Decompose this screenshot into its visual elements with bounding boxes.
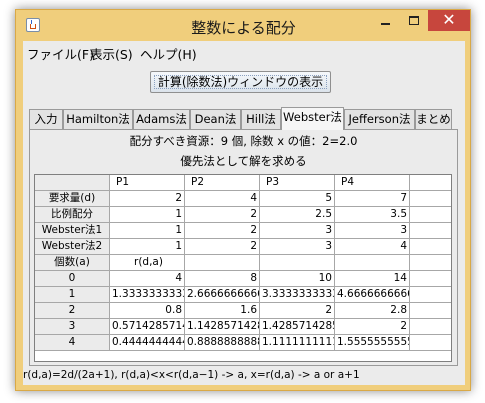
table-cell[interactable]: 4.6666666666... [335, 287, 410, 303]
row-header: 要求量(d) [35, 191, 110, 207]
menu-bar: ファイル(F) 表示(S) ヘルプ(H) [23, 41, 465, 63]
row-header: Webster法1 [35, 223, 110, 239]
menu-file[interactable]: ファイル(F) [27, 44, 94, 63]
maximize-button[interactable] [400, 10, 428, 31]
table-cell[interactable]: 4 [110, 271, 185, 287]
table-cell[interactable]: 1.3333333333... [110, 287, 185, 303]
webster-panel: 配分すべき資源：9 個, 除数 x の値：2=2.0 優先法として解を求める P… [29, 129, 458, 366]
priority-line: 優先法として解を求める [180, 154, 307, 168]
row-header: 4 [35, 335, 110, 351]
empty-cell [410, 207, 451, 223]
table-cell[interactable]: 1.6 [185, 303, 260, 319]
table-cell[interactable]: 2 [260, 303, 335, 319]
table-cell[interactable]: 1.4285714285... [260, 319, 335, 335]
table-cell[interactable]: 1 [110, 207, 185, 223]
corner-cell [35, 175, 110, 191]
row-header: 比例配分 [35, 207, 110, 223]
table-cell[interactable]: 2 [185, 207, 260, 223]
java-cup-icon[interactable] [26, 18, 40, 32]
maximize-icon [409, 16, 419, 25]
row-header: 2 [35, 303, 110, 319]
table-cell[interactable]: 0.4444444444... [110, 335, 185, 351]
empty-cell [410, 303, 451, 319]
empty-cell [410, 319, 451, 335]
result-table[interactable]: P1 P2 P3 P4 要求量(d) 2 4 5 7 比例配分 1 2 2.5 … [34, 174, 452, 362]
tab-summary[interactable]: まとめ [415, 109, 452, 129]
empty-cell [410, 175, 451, 191]
table-cell[interactable]: 0.5714285714... [110, 319, 185, 335]
table-cell[interactable]: 1.1111111111... [260, 335, 335, 351]
table-cell[interactable]: 8 [185, 271, 260, 287]
show-compute-window-button[interactable]: 計算(除数法)ウィンドウの表示 [150, 71, 331, 93]
table-cell[interactable]: 3 [260, 223, 335, 239]
tab-hill[interactable]: Hill法 [241, 109, 281, 129]
table-cell[interactable]: 3 [335, 223, 410, 239]
table-cell[interactable]: 4 [335, 239, 410, 255]
table-cell[interactable]: 2.6666666666... [185, 287, 260, 303]
minimize-icon [381, 23, 390, 25]
column-header-p4: P4 [335, 175, 410, 191]
table-cell[interactable]: 4 [185, 191, 260, 207]
table-cell[interactable]: 3.5 [335, 207, 410, 223]
close-button[interactable]: ✕ [428, 10, 470, 31]
menu-help[interactable]: ヘルプ(H) [140, 44, 197, 63]
table-cell[interactable]: 2 [110, 191, 185, 207]
table-cell[interactable]: 0.8888888888... [185, 335, 260, 351]
table-cell[interactable]: 1.5555555555... [335, 335, 410, 351]
client-area: ファイル(F) 表示(S) ヘルプ(H) 計算(除数法)ウィンドウの表示 入力 … [23, 41, 465, 385]
table-cell[interactable]: 7 [335, 191, 410, 207]
close-icon: ✕ [442, 10, 456, 29]
empty-cell [410, 255, 451, 271]
row-header: 個数(a) [35, 255, 110, 271]
table-cell[interactable]: 14 [335, 271, 410, 287]
app-window: 整数による配分 ✕ ファイル(F) 表示(S) ヘルプ(H) 計算(除数法)ウィ… [15, 9, 471, 391]
empty-cell[interactable] [260, 255, 335, 271]
focus-ring [154, 75, 327, 89]
tab-input[interactable]: 入力 [29, 109, 63, 129]
tab-adams[interactable]: Adams法 [133, 109, 190, 129]
row-header: 1 [35, 287, 110, 303]
title-bar[interactable]: 整数による配分 ✕ [16, 10, 470, 41]
formula-status-text: r(d,a)=2d/(2a+1), r(d,a)<x<r(d,a−1) -> a… [23, 369, 360, 381]
tab-jefferson[interactable]: Jefferson法 [344, 109, 415, 129]
tab-webster[interactable]: Webster法 [281, 107, 344, 130]
cup-shape [30, 24, 36, 29]
table-cell[interactable]: 5 [260, 191, 335, 207]
window-title: 整数による配分 [191, 19, 296, 37]
table-cell[interactable]: 2.8 [335, 303, 410, 319]
column-header-p1: P1 [110, 175, 185, 191]
empty-cell [410, 223, 451, 239]
r-label-cell[interactable]: r(d,a) [110, 255, 185, 271]
column-header-p3: P3 [260, 175, 335, 191]
empty-cell [410, 191, 451, 207]
table-cell[interactable]: 2 [185, 239, 260, 255]
steam-shape [31, 20, 34, 24]
row-header: 0 [35, 271, 110, 287]
empty-cell [410, 271, 451, 287]
row-header: Webster法2 [35, 239, 110, 255]
table-cell[interactable]: 10 [260, 271, 335, 287]
menu-view[interactable]: 表示(S) [90, 44, 133, 63]
empty-cell [410, 335, 451, 351]
table-cell[interactable]: 2.5 [260, 207, 335, 223]
table-cell[interactable]: 1 [110, 239, 185, 255]
table-cell[interactable]: 1.1428571428... [185, 319, 260, 335]
resource-line: 配分すべき資源：9 個, 除数 x の値：2=2.0 [129, 134, 358, 148]
empty-cell [410, 287, 451, 303]
table-cell[interactable]: 0.8 [110, 303, 185, 319]
table-cell[interactable]: 1 [110, 223, 185, 239]
tab-hamilton[interactable]: Hamilton法 [63, 109, 133, 129]
row-header: 3 [35, 319, 110, 335]
column-header-p2: P2 [185, 175, 260, 191]
table-cell[interactable]: 2 [185, 223, 260, 239]
table-cell[interactable]: 3 [260, 239, 335, 255]
empty-cell[interactable] [185, 255, 260, 271]
table-cell[interactable]: 3.3333333333... [260, 287, 335, 303]
minimize-button[interactable] [371, 10, 400, 31]
empty-cell[interactable] [335, 255, 410, 271]
table-cell[interactable]: 2 [335, 319, 410, 335]
tab-dean[interactable]: Dean法 [190, 109, 241, 129]
empty-cell [410, 239, 451, 255]
